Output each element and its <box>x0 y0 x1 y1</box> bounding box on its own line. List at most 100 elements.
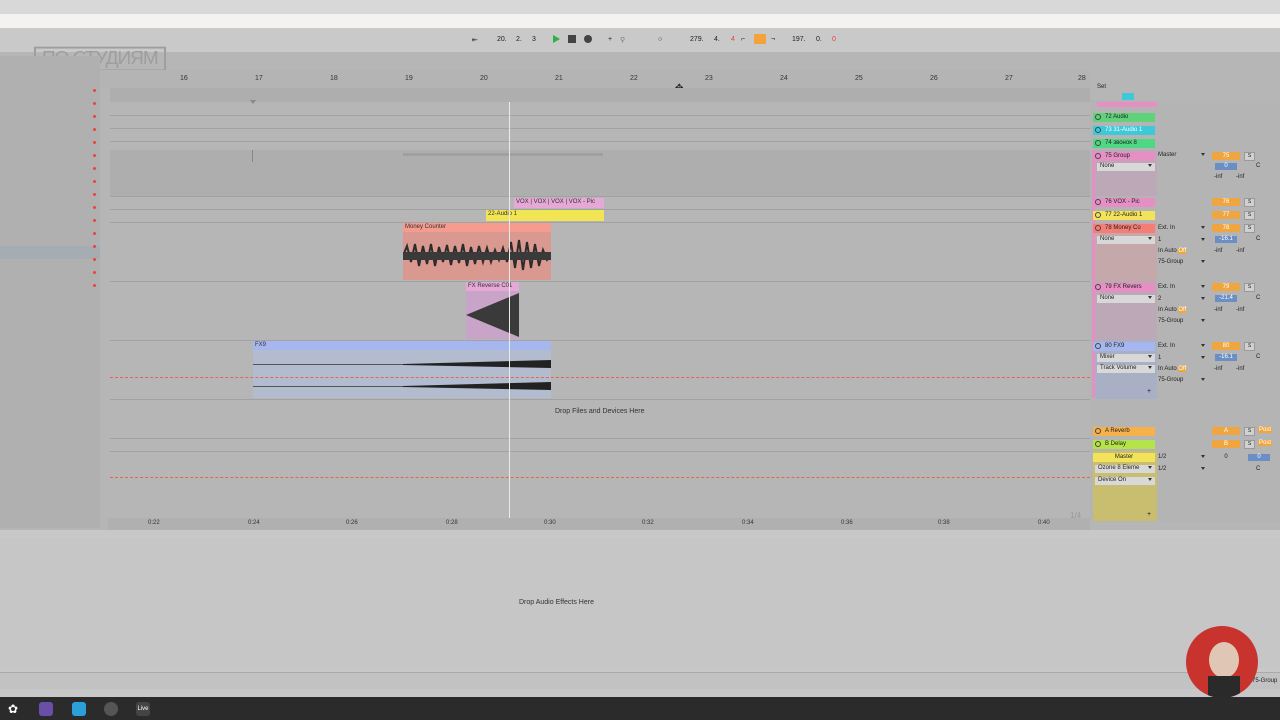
loop-length-beat[interactable]: 0. <box>816 36 822 43</box>
track-activator-icon[interactable] <box>1095 127 1101 133</box>
group-input-select[interactable]: None <box>1097 163 1155 171</box>
track-lane[interactable] <box>110 102 1090 116</box>
record-arm-dot[interactable] <box>93 89 96 92</box>
master-automation-device[interactable]: Ozone 8 Eleme <box>1095 465 1155 473</box>
record-arm-dot[interactable] <box>93 167 96 170</box>
fxrev-pan[interactable]: C <box>1256 295 1260 301</box>
return-b-delay[interactable]: B Delay <box>1093 440 1155 449</box>
follow-icon[interactable]: ⇤ <box>472 36 478 44</box>
time-ruler[interactable]: 0:22 0:24 0:26 0:28 0:30 0:32 0:34 0:36 … <box>108 518 1090 530</box>
return-b-post-button[interactable]: Post <box>1258 440 1273 446</box>
track-lane[interactable] <box>110 222 1090 282</box>
loop-start-sixteenth[interactable]: 4 <box>731 36 735 43</box>
fxrev-input-type[interactable]: Ext. In <box>1158 284 1208 290</box>
record-arm-dot[interactable] <box>93 193 96 196</box>
punch-out-icon[interactable]: ¬ <box>771 36 775 43</box>
fx9-output-select[interactable]: 75-Group <box>1158 377 1208 383</box>
record-arm-dot[interactable] <box>93 141 96 144</box>
money-volume[interactable]: -16.1 <box>1215 236 1237 243</box>
solo-button[interactable]: S <box>1244 440 1255 449</box>
track-name-74[interactable]: 74 звонок 8 <box>1093 139 1155 148</box>
add-lane-icon[interactable]: + <box>1147 511 1151 518</box>
loop-length-bar[interactable]: 197. <box>792 36 806 43</box>
fx9-automation-device[interactable]: Mixer <box>1097 354 1155 362</box>
group-output-select[interactable]: Master <box>1158 152 1208 158</box>
resolve-icon[interactable] <box>104 702 118 716</box>
record-icon[interactable] <box>584 35 592 43</box>
fxrev-volume[interactable]: -21.4 <box>1215 295 1237 302</box>
group-track-lane[interactable] <box>110 150 1090 197</box>
fx9-input-type[interactable]: Ext. In <box>1158 343 1208 349</box>
scrub-area[interactable] <box>110 88 1090 102</box>
return-lane[interactable] <box>110 425 1090 439</box>
automation-line[interactable] <box>110 477 1090 478</box>
record-arm-dot[interactable] <box>93 206 96 209</box>
track-activator-77[interactable]: 77 <box>1212 211 1240 219</box>
beat-time-ruler[interactable]: 16 17 18 19 20 21 22 23 24 25 26 27 28 <box>100 70 1090 88</box>
track-name-80[interactable]: 80 FX9 <box>1093 342 1155 351</box>
money-input-channel[interactable]: 1 <box>1158 237 1208 243</box>
track-activator-icon[interactable] <box>1095 441 1101 447</box>
track-name-79[interactable]: 79 FX Revers <box>1093 283 1155 292</box>
money-output-select[interactable]: 75-Group <box>1158 259 1208 265</box>
track-name-77[interactable]: 77 22-Audio 1 <box>1093 211 1155 220</box>
stop-icon[interactable] <box>568 35 576 43</box>
record-arm-dot[interactable] <box>93 154 96 157</box>
track-name-75[interactable]: 75 Group <box>1093 152 1155 161</box>
record-arm-dot[interactable] <box>93 245 96 248</box>
fx9-automation-param[interactable]: Track Volume <box>1097 365 1155 373</box>
track-activator-80[interactable]: 80 <box>1212 342 1240 350</box>
solo-button[interactable]: S <box>1244 152 1255 161</box>
punch-in-icon[interactable]: ⌐ <box>741 36 745 43</box>
solo-button[interactable]: S <box>1244 427 1255 436</box>
return-a-post-button[interactable]: Post <box>1258 427 1273 433</box>
loop-start-bar[interactable]: 279. <box>690 36 704 43</box>
money-counter-clip[interactable]: Money Counter <box>403 223 551 280</box>
position-beat[interactable]: 2. <box>516 36 522 43</box>
record-arm-dot[interactable] <box>93 128 96 131</box>
track-activator-79[interactable]: 79 <box>1212 283 1240 291</box>
return-activator-b[interactable]: B <box>1212 440 1240 448</box>
master-track-name[interactable]: Master <box>1093 453 1155 462</box>
track-lane[interactable] <box>110 115 1090 129</box>
loop-start-beat[interactable]: 4. <box>714 36 720 43</box>
group-pan[interactable]: C <box>1256 163 1260 169</box>
fxrev-input-channel[interactable]: 2 <box>1158 296 1208 302</box>
track-activator-icon[interactable] <box>1095 153 1101 159</box>
track-name-72[interactable]: 72 Audio <box>1093 113 1155 122</box>
app-icon[interactable] <box>39 702 53 716</box>
fx9-volume[interactable]: -16.1 <box>1215 354 1237 361</box>
track-activator-icon[interactable] <box>1095 140 1101 146</box>
fx9-monitor[interactable]: In Auto Off <box>1158 366 1208 372</box>
record-arm-dot[interactable] <box>93 284 96 287</box>
loop-switch-icon[interactable] <box>754 34 766 44</box>
track-activator-78[interactable]: 78 <box>1212 224 1240 232</box>
track-activator-icon[interactable] <box>1095 199 1101 205</box>
fx9-pan[interactable]: C <box>1256 354 1260 360</box>
telegram-icon[interactable] <box>72 702 86 716</box>
loop-icon[interactable]: ○ <box>658 36 662 43</box>
track-activator-76[interactable]: 76 <box>1212 198 1240 206</box>
master-automation-param[interactable]: Device On <box>1095 477 1155 485</box>
money-pan[interactable]: C <box>1256 236 1260 242</box>
master-volume[interactable]: 0 <box>1215 454 1237 461</box>
record-arm-dot[interactable] <box>93 219 96 222</box>
ableton-live-taskbar[interactable]: Live <box>136 702 150 716</box>
track-name-73[interactable]: 73 31-Audio 1 <box>1093 126 1155 135</box>
record-arm-dot[interactable] <box>93 115 96 118</box>
fxrev-output-select[interactable]: 75-Group <box>1158 318 1208 324</box>
money-input-type[interactable]: Ext. In <box>1158 225 1208 231</box>
record-arm-dot[interactable] <box>93 271 96 274</box>
record-arm-dot[interactable] <box>93 180 96 183</box>
automation-line[interactable] <box>110 377 1090 378</box>
loop-length-sixteenth[interactable]: 0 <box>832 36 836 43</box>
money-monitor[interactable]: In Auto Off <box>1158 248 1208 254</box>
solo-button[interactable]: S <box>1244 211 1255 220</box>
audio22-clip[interactable]: 22-Audio 1 <box>486 210 604 221</box>
automation-arm-icon[interactable]: ⚲ <box>620 36 625 44</box>
set-button[interactable]: Set <box>1097 84 1106 90</box>
record-arm-dot[interactable] <box>93 102 96 105</box>
track-activator-75[interactable]: 75 <box>1212 152 1240 160</box>
return-a-reverb[interactable]: A Reverb <box>1093 427 1155 436</box>
fx-reverse-clip[interactable]: FX Reverse C01 <box>466 282 519 339</box>
